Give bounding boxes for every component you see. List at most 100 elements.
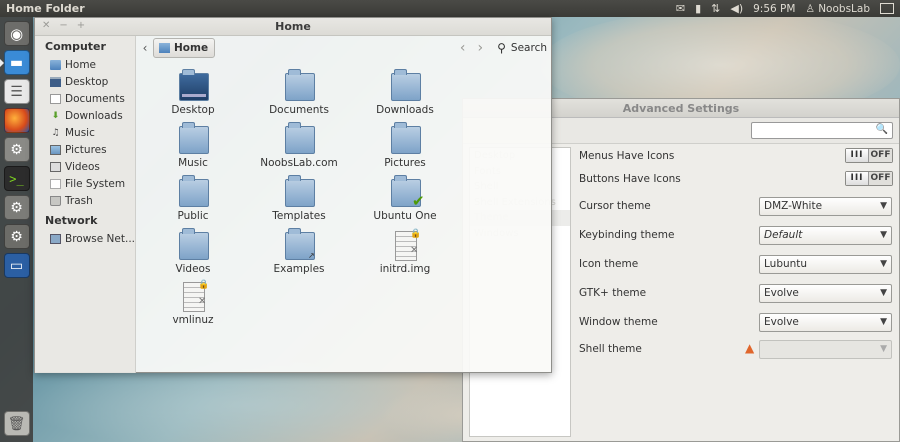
sidebar-item-label: Videos	[65, 160, 100, 173]
combo-value: Evolve	[764, 287, 799, 299]
sync-check-icon: ✔	[412, 192, 425, 210]
dash-icon[interactable]: ◉	[3, 21, 30, 46]
file-item-label: Music	[178, 157, 208, 169]
setting-label: Icon theme	[579, 258, 639, 270]
sidebar-header-network: Network	[45, 214, 98, 227]
terminal-icon[interactable]: >_	[3, 166, 30, 191]
files-icon[interactable]: ▬	[0, 50, 30, 75]
search-icon: 🔍	[875, 124, 888, 135]
files-window: ✕ − + Home Computer Home Desktop Documen…	[34, 17, 552, 373]
combo-value: Default	[764, 229, 803, 241]
network-icon[interactable]: ⇅	[711, 2, 720, 15]
setting-menus-have-icons: Menus Have Icons III OFF	[579, 145, 897, 168]
drive-icon	[50, 178, 61, 189]
mail-icon[interactable]: ✉	[676, 2, 685, 15]
sidebar-item-label: Desktop	[65, 75, 109, 88]
menus-have-icons-toggle[interactable]: III OFF	[845, 148, 893, 163]
folder-icon	[179, 122, 209, 154]
chevron-down-icon: ▼	[880, 259, 887, 269]
home-icon	[50, 59, 61, 70]
clock[interactable]: 9:56 PM	[753, 3, 795, 15]
chevron-down-icon: ▼	[880, 230, 887, 240]
sidebar-item-pictures[interactable]: Pictures	[35, 141, 135, 158]
back-arrow-icon[interactable]: ‹	[460, 40, 466, 56]
combo-value: Lubuntu	[764, 258, 808, 270]
sidebar-item-browse-network[interactable]: Browse Net...	[35, 230, 135, 247]
file-item-ubuntu-one[interactable]: ✔ Ubuntu One	[352, 175, 458, 228]
user-menu[interactable]: ♙ NoobsLab	[805, 3, 870, 15]
document-icon	[50, 93, 61, 104]
firefox-icon[interactable]	[3, 108, 30, 133]
sidebar-item-home[interactable]: Home	[35, 56, 135, 73]
picture-icon	[50, 144, 61, 155]
monitor-icon[interactable]: ▭	[3, 253, 30, 278]
file-item-videos[interactable]: Videos	[140, 228, 246, 281]
file-item-pictures[interactable]: Pictures	[352, 122, 458, 175]
path-bar-home[interactable]: Home	[153, 38, 216, 58]
search-button[interactable]: ⚲ Search	[497, 41, 547, 55]
places-sidebar: Computer Home Desktop Documents ⬇ Downloa…	[35, 36, 136, 373]
cursor-theme-select[interactable]: DMZ-White ▼	[759, 197, 892, 216]
icon-theme-select[interactable]: Lubuntu ▼	[759, 255, 892, 274]
trash-icon[interactable]: 🗑	[3, 411, 30, 436]
minimize-icon[interactable]: −	[59, 20, 67, 31]
file-item-noobslab[interactable]: NoobsLab.com	[246, 122, 352, 175]
keybinding-theme-select[interactable]: Default ▼	[759, 226, 892, 245]
file-item-documents[interactable]: Documents	[246, 69, 352, 122]
file-item-examples[interactable]: ↗ Examples	[246, 228, 352, 281]
file-item-desktop[interactable]: Desktop	[140, 69, 246, 122]
video-icon	[50, 161, 61, 172]
battery-icon[interactable]: ▮	[695, 2, 701, 15]
file-item-label: Examples	[273, 263, 325, 275]
search-icon: ⚲	[497, 41, 506, 55]
setting-window-theme: Window theme Evolve ▼	[579, 311, 897, 334]
file-item-public[interactable]: Public	[140, 175, 246, 228]
chevron-down-icon: ▼	[880, 201, 887, 211]
tweak-icon[interactable]: ⚙	[3, 195, 30, 220]
toggle-on-label: III	[846, 172, 870, 185]
sidebar-item-label: Documents	[65, 92, 125, 105]
file-item-label: vmlinuz	[172, 314, 214, 326]
buttons-have-icons-toggle[interactable]: III OFF	[845, 171, 893, 186]
sidebar-item-desktop[interactable]: Desktop	[35, 73, 135, 90]
chevron-left-icon[interactable]: ‹	[137, 41, 153, 55]
window-title: Home	[275, 20, 311, 33]
music-icon: ♫	[51, 127, 60, 138]
gtk-theme-select[interactable]: Evolve ▼	[759, 284, 892, 303]
sidebar-item-videos[interactable]: Videos	[35, 158, 135, 175]
volume-icon[interactable]: ◀)	[730, 2, 743, 15]
sidebar-item-music[interactable]: ♫ Music	[35, 124, 135, 141]
file-item-music[interactable]: Music	[140, 122, 246, 175]
file-item-templates[interactable]: Templates	[246, 175, 352, 228]
settings-icon[interactable]: ⚙	[3, 137, 30, 162]
system-tray: ✉ ▮ ⇅ ◀) 9:56 PM ♙ NoobsLab	[676, 2, 900, 15]
forward-arrow-icon[interactable]: ›	[478, 40, 484, 56]
active-app-title: Home Folder	[6, 2, 85, 15]
window-theme-select[interactable]: Evolve ▼	[759, 313, 892, 332]
setting-gtk-theme: GTK+ theme Evolve ▼	[579, 282, 897, 305]
no-access-icon: ✕	[198, 296, 207, 307]
file-item-initrd[interactable]: 🔒 ✕ initrd.img	[352, 229, 458, 281]
folder-icon	[179, 228, 209, 260]
theme-settings-panel: Menus Have Icons III OFF Buttons Have Ic…	[579, 145, 897, 361]
gear-icon[interactable]: ⚙	[3, 224, 30, 249]
sidebar-item-documents[interactable]: Documents	[35, 90, 135, 107]
sidebar-item-trash[interactable]: Trash	[35, 192, 135, 209]
file-item-vmlinuz[interactable]: 🔒 ✕ vmlinuz	[140, 280, 246, 332]
sidebar-item-file-system[interactable]: File System	[35, 175, 135, 192]
files-titlebar[interactable]: ✕ − + Home	[35, 18, 551, 36]
close-icon[interactable]: ✕	[42, 20, 50, 31]
settings-search-input[interactable]: 🔍	[751, 122, 893, 139]
folder-icon	[391, 69, 421, 101]
sidebar-item-downloads[interactable]: ⬇ Downloads	[35, 107, 135, 124]
launcher: ◉ ▬ ☰ ⚙ >_ ⚙ ⚙ ▭ 🗑	[0, 17, 33, 442]
setting-label: Window theme	[579, 316, 658, 328]
top-panel: Home Folder ✉ ▮ ⇅ ◀) 9:56 PM ♙ NoobsLab	[0, 0, 900, 17]
lock-icon: 🔒	[410, 229, 422, 239]
network-icon	[50, 233, 61, 244]
file-item-downloads[interactable]: Downloads	[352, 69, 458, 122]
maximize-icon[interactable]: +	[77, 20, 85, 31]
documents-icon[interactable]: ☰	[3, 79, 30, 104]
window-controls: ✕ − +	[42, 20, 85, 31]
session-icon[interactable]	[880, 3, 894, 14]
